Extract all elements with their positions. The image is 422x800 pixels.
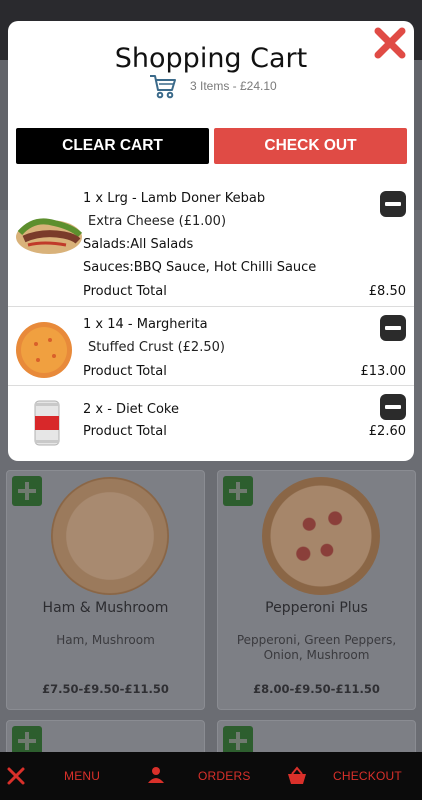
salads-label: Salads:	[83, 237, 131, 252]
nav-checkout-label: CHECKOUT	[333, 769, 402, 783]
close-icon[interactable]	[372, 25, 408, 61]
product-price: £7.50-£9.50-£11.50	[42, 682, 169, 696]
product-name: Ham & Mushroom	[42, 600, 169, 616]
add-icon[interactable]	[223, 476, 253, 506]
shopping-cart-modal: Shopping Cart 3 Items - £24.10 CLEAR CAR…	[8, 21, 414, 461]
product-description: Pepperoni, Green Peppers, Onion, Mushroo…	[236, 633, 397, 662]
kebab-image	[14, 209, 84, 264]
product-total-value: £13.00	[360, 364, 407, 379]
diet-coke-image	[32, 398, 62, 453]
item-title: 2 x - Diet Coke	[83, 402, 179, 417]
cart-item: 2 x - Diet Coke Product Total £2.60	[8, 385, 414, 457]
product-total-label: Product Total	[83, 364, 167, 379]
margherita-image	[14, 320, 74, 385]
product-price: £8.00-£9.50-£11.50	[253, 682, 380, 696]
bottom-nav: MENU ORDERS CHECKOUT	[0, 752, 422, 800]
remove-item-button[interactable]	[380, 315, 406, 341]
item-title: 1 x 14 - Margherita	[83, 317, 208, 332]
remove-item-button[interactable]	[380, 394, 406, 420]
sauces-value: BBQ Sauce, Hot Chilli Sauce	[133, 260, 317, 275]
add-icon[interactable]	[12, 476, 42, 506]
sauces-label: Sauces:	[83, 260, 134, 275]
pizza-image	[51, 477, 169, 595]
item-extra: Stuffed Crust (£2.50)	[88, 340, 225, 355]
clear-cart-button[interactable]: CLEAR CART	[16, 128, 209, 164]
nav-checkout[interactable]: CHECKOUT	[280, 752, 422, 800]
basket-icon	[288, 766, 306, 784]
item-sauces: Sauces:BBQ Sauce, Hot Chilli Sauce	[83, 260, 316, 275]
nav-menu[interactable]: MENU	[0, 752, 140, 800]
cart-item: 1 x 14 - Margherita Stuffed Crust (£2.50…	[8, 306, 414, 385]
item-salads: Salads:All Salads	[83, 237, 193, 252]
product-total-label: Product Total	[83, 284, 167, 299]
product-description: Ham, Mushroom	[56, 633, 155, 647]
pizza-image	[262, 477, 380, 595]
nav-orders[interactable]: ORDERS	[140, 752, 280, 800]
product-total-value: £8.50	[368, 284, 406, 299]
remove-item-button[interactable]	[380, 191, 406, 217]
item-title: 1 x Lrg - Lamb Doner Kebab	[83, 191, 266, 206]
product-total-value: £2.60	[368, 424, 406, 439]
utensils-icon	[7, 767, 25, 785]
product-card-ham-mushroom[interactable]: Ham & Mushroom Ham, Mushroom £7.50-£9.50…	[6, 470, 205, 710]
close-button[interactable]	[372, 25, 408, 61]
user-icon	[148, 767, 164, 783]
cart-items-list: 1 x Lrg - Lamb Doner Kebab Extra Cheese …	[8, 171, 414, 457]
check-out-button[interactable]: CHECK OUT	[214, 128, 407, 164]
cart-icon	[150, 75, 176, 99]
modal-title: Shopping Cart	[114, 43, 308, 74]
salads-value: All Salads	[130, 237, 194, 252]
cart-summary: 3 Items - £24.10	[148, 71, 277, 101]
item-extra: Extra Cheese (£1.00)	[88, 214, 227, 229]
product-name: Pepperoni Plus	[265, 600, 368, 616]
cart-item: 1 x Lrg - Lamb Doner Kebab Extra Cheese …	[8, 171, 414, 299]
nav-orders-label: ORDERS	[198, 769, 251, 783]
cart-item-count: 3 Items - £24.10	[190, 79, 277, 93]
product-card-pepperoni-plus[interactable]: Pepperoni Plus Pepperoni, Green Peppers,…	[217, 470, 416, 710]
product-total-label: Product Total	[83, 424, 167, 439]
nav-menu-label: MENU	[64, 769, 101, 783]
